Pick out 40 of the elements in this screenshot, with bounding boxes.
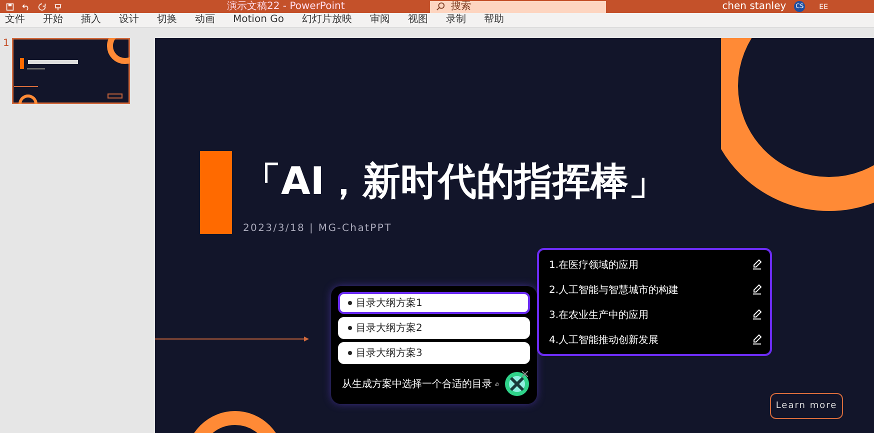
edit-icon[interactable] (752, 284, 762, 295)
slide-title: 「AI，新时代的指挥棒」 (243, 158, 667, 205)
ribbon-tab[interactable]: 幻灯片放映 (300, 13, 353, 27)
search-icon (436, 2, 445, 11)
ribbon-tab[interactable]: 动画 (194, 13, 216, 27)
thumbs-up-icon[interactable] (495, 379, 499, 389)
ribbon-tab[interactable]: 录制 (444, 13, 467, 27)
outline-item: 1.在医疗领域的应用 (549, 258, 639, 272)
outline-option[interactable]: 目录大纲方案3 (338, 342, 530, 364)
ribbon-tab[interactable]: 审阅 (368, 13, 391, 27)
slide-number: 1 (2, 38, 10, 49)
window-title: 演示文稿22 - PowerPoint (227, 1, 345, 12)
slide-thumbnail[interactable] (12, 38, 130, 104)
ribbon-tab[interactable]: 插入 (80, 13, 102, 27)
outline-item: 3.在农业生产中的应用 (549, 308, 649, 322)
edit-icon[interactable] (752, 334, 762, 345)
redo-icon[interactable] (38, 2, 46, 10)
ribbon-tab[interactable]: 设计 (118, 13, 140, 27)
edit-icon[interactable] (752, 259, 762, 270)
assistant-orb-icon[interactable] (504, 371, 530, 397)
presentation-icon[interactable] (54, 2, 62, 10)
edit-icon[interactable] (752, 309, 762, 320)
ribbon-tab[interactable]: 文件 (4, 13, 26, 27)
ribbon-tab[interactable]: Motion Go (232, 13, 285, 27)
outline-item: 4.人工智能推动创新发展 (549, 334, 659, 346)
learn-more-button[interactable]: Learn more (770, 393, 843, 419)
slide-subtitle: 2023/3/18 | MG-ChatPPT (243, 223, 392, 234)
ribbon-tab[interactable]: 视图 (406, 13, 429, 27)
outline-option[interactable]: 目录大纲方案2 (338, 317, 530, 339)
prompt-text: 从生成方案中选择一个合适的目录 (342, 378, 492, 391)
save-icon[interactable] (6, 2, 14, 10)
close-icon[interactable] (522, 371, 528, 377)
search-field[interactable]: 搜索 (430, 0, 606, 12)
outline-option[interactable]: 目录大纲方案1 (338, 292, 530, 314)
ribbon-tab[interactable]: 帮助 (482, 13, 505, 27)
outline-item: 2.人工智能与智慧城市的构建 (549, 284, 679, 296)
ribbon-tab[interactable]: 开始 (42, 13, 64, 27)
user-name: chen stanley (722, 1, 786, 12)
undo-icon[interactable] (22, 2, 30, 10)
ribbon-tab[interactable]: 切换 (156, 13, 178, 27)
